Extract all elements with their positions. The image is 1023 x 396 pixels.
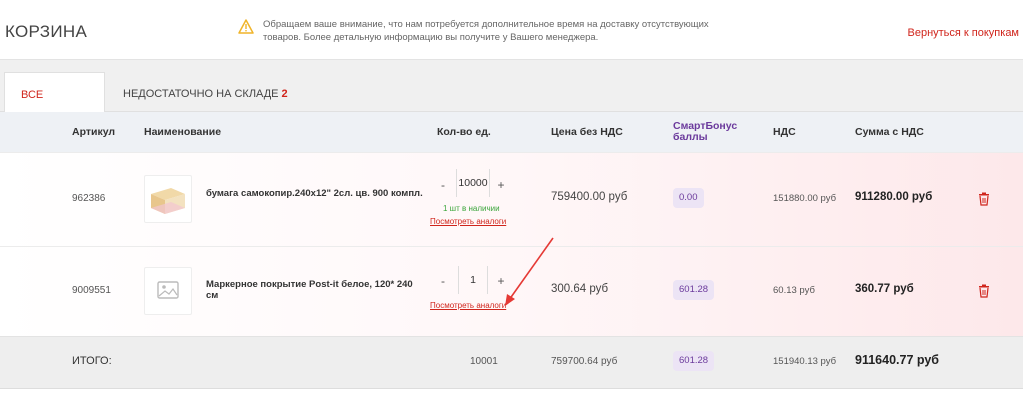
stock-status: 1 шт в наличии <box>443 204 500 213</box>
total-price: 759700.64 руб <box>551 356 618 367</box>
item-vat: 60.13 руб <box>773 285 815 296</box>
qty-minus-button[interactable]: - <box>436 178 450 192</box>
item-name[interactable]: бумага самокопир.240x12" 2сл. цв. 900 ко… <box>206 188 426 199</box>
col-qty: Кол-во ед. <box>437 126 491 138</box>
col-sum: Сумма с НДС <box>855 126 924 138</box>
item-article: 962386 <box>72 193 106 204</box>
qty-input[interactable] <box>456 169 490 197</box>
total-row: ИТОГО: 10001 759700.64 руб 601.28 151940… <box>0 336 1023 388</box>
tab-out-of-stock[interactable]: НЕДОСТАТОЧНО НА СКЛАДЕ 2 <box>105 72 306 113</box>
product-image[interactable] <box>144 267 192 315</box>
product-image[interactable] <box>144 175 192 223</box>
delivery-notice: Обращаем ваше внимание, что нам потребуе… <box>263 19 709 43</box>
qty-input[interactable] <box>458 266 488 294</box>
item-bonus: 601.28 <box>673 280 715 300</box>
paper-box-image <box>151 188 185 214</box>
item-name[interactable]: Маркерное покрытие Post-it белое, 120* 2… <box>206 279 426 301</box>
col-article: Артикул <box>72 126 116 138</box>
tab-lack-label: НЕДОСТАТОЧНО НА СКЛАДЕ <box>123 88 279 100</box>
view-analogs-link[interactable]: Посмотреть аналоги <box>430 217 506 226</box>
total-bonus: 601.28 <box>673 351 715 371</box>
back-to-shopping-link[interactable]: Вернуться к покупкам <box>908 27 1020 39</box>
view-analogs-link[interactable]: Посмотреть аналоги <box>430 301 506 310</box>
table-row: 962386 бумага самокопир.240x12" 2сл. цв.… <box>0 152 1023 246</box>
bottom-divider <box>0 388 1023 396</box>
col-vat: НДС <box>773 126 796 138</box>
table-header: Артикул Наименование Кол-во ед. Цена без… <box>0 112 1023 152</box>
item-article: 9009551 <box>72 285 111 296</box>
tab-all-items[interactable]: ВСЕ ТОВАРЫ <box>4 72 105 145</box>
total-qty: 10001 <box>470 356 498 367</box>
item-price: 759400.00 руб <box>551 191 628 203</box>
qty-plus-button[interactable]: + <box>494 178 508 192</box>
item-bonus: 0.00 <box>673 188 704 208</box>
total-sum: 911640.77 руб <box>855 353 940 367</box>
divider <box>0 60 1023 72</box>
total-vat: 151940.13 руб <box>773 356 837 367</box>
warning-icon <box>238 19 254 34</box>
qty-minus-button[interactable]: - <box>436 274 450 288</box>
col-smartbonus: СмартБонус баллы <box>673 121 737 143</box>
cart-header: КОРЗИНА Обращаем ваше внимание, что нам … <box>0 0 1023 60</box>
col-price: Цена без НДС <box>551 126 623 138</box>
col-smartbonus-line2: баллы <box>673 131 708 143</box>
col-name: Наименование <box>144 126 222 138</box>
trash-icon[interactable] <box>978 284 990 298</box>
tabs-bar: ВСЕ ТОВАРЫ НЕДОСТАТОЧНО НА СКЛАДЕ2 <box>0 72 1023 145</box>
total-label: ИТОГО: <box>72 355 112 367</box>
item-vat: 151880.00 руб <box>773 193 837 204</box>
item-sum: 360.77 руб <box>855 283 914 295</box>
item-sum: 911280.00 руб <box>855 191 933 203</box>
image-placeholder-icon <box>157 281 179 299</box>
annotation-arrow <box>505 237 554 306</box>
tab-lack-count: 2 <box>281 88 288 100</box>
page-title: КОРЗИНА <box>5 22 88 41</box>
trash-icon[interactable] <box>978 192 990 206</box>
